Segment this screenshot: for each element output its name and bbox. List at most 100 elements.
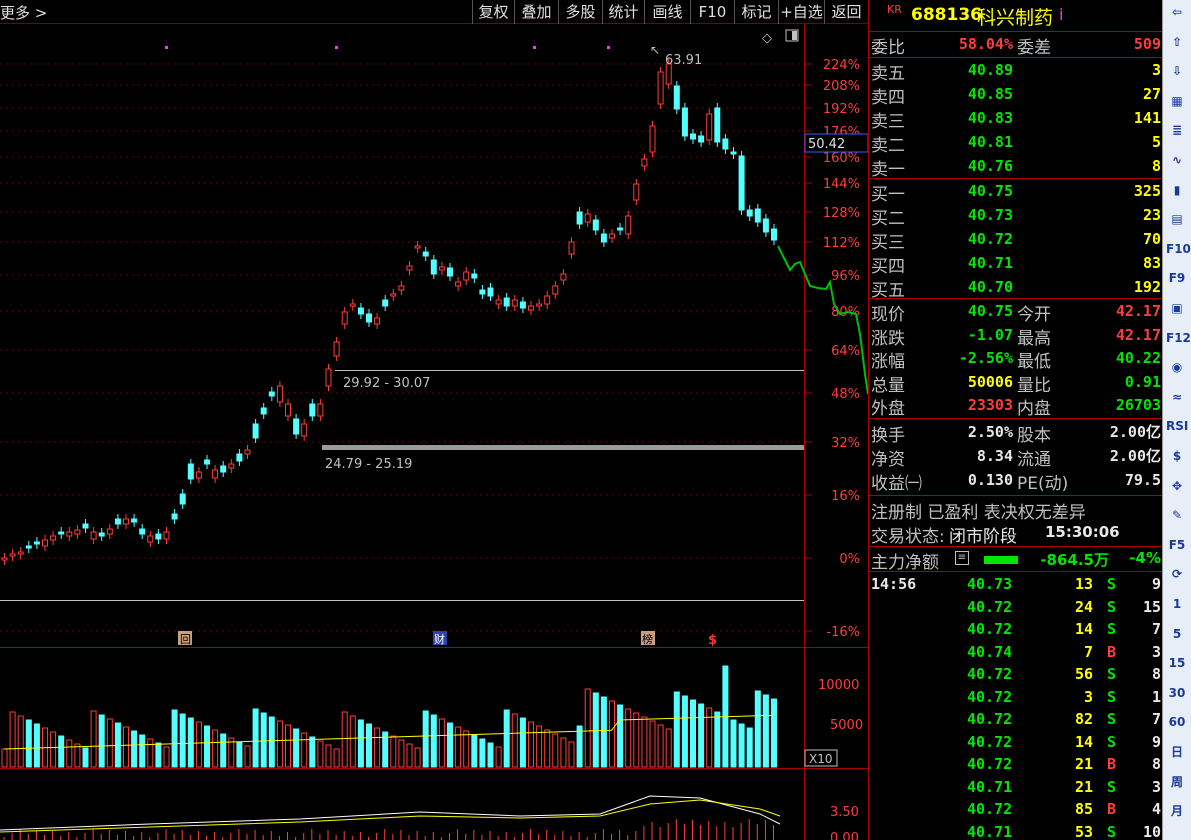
market-tag: KR [887, 3, 902, 16]
candle-body [511, 299, 518, 307]
main-fund-row: 主力净额 ≡ -864.5万 -4% [871, 549, 1161, 573]
side-tool-8[interactable]: F10 [1166, 239, 1191, 259]
volume-bar [1, 748, 8, 768]
add-watchlist-button[interactable]: +自选 [778, 0, 824, 24]
volume-bar [285, 724, 291, 768]
side-tool-26[interactable]: 周 [1166, 772, 1188, 792]
volume-bar [155, 742, 162, 768]
side-tool-10[interactable]: ▣ [1166, 298, 1188, 318]
svg-text:财: 财 [434, 632, 445, 646]
candle-body [114, 518, 121, 525]
candle-body [706, 113, 713, 141]
f10-button[interactable]: F10 [690, 0, 734, 24]
mark-button[interactable]: 标记 [734, 0, 778, 24]
candle-body [552, 285, 559, 295]
volume-bar [584, 688, 591, 768]
volume-bar [131, 730, 138, 768]
candle-body [163, 531, 170, 540]
candle-body [455, 281, 462, 287]
side-tool-15[interactable]: $ [1166, 446, 1188, 466]
side-tool-12[interactable]: ◉ [1166, 357, 1188, 377]
volume-bar [519, 717, 526, 768]
side-tool-22[interactable]: 15 [1166, 653, 1188, 673]
side-tool-18[interactable]: F5 [1166, 535, 1188, 555]
separator [869, 178, 1163, 179]
fundamental-row: 收益㈠ 0.130 PE(动) 79.5 [871, 471, 1161, 494]
more-button[interactable]: 更多 > [0, 2, 47, 23]
stat-row: 涨跌 -1.07 最高 42.17 [871, 325, 1161, 349]
list-icon[interactable]: ≡ [955, 551, 969, 565]
side-tool-23[interactable]: 30 [1166, 683, 1188, 703]
side-tool-24[interactable]: 60 [1166, 712, 1188, 732]
side-tool-4[interactable]: ≣ [1166, 120, 1188, 140]
kline-chart[interactable]: 224%208%192%176%160%144%128%112%96%80%64… [0, 24, 868, 840]
stat-row: 现价 40.75 今开 42.17 [871, 302, 1161, 325]
side-tool-7[interactable]: ▤ [1166, 209, 1188, 229]
event-marker-dragon-list[interactable]: 榜 [641, 631, 655, 646]
side-tool-1[interactable]: ⇧ [1166, 32, 1188, 52]
volume-bar [746, 727, 753, 768]
candle-body [333, 341, 340, 357]
candle-body [187, 463, 194, 480]
tick-row: 40.74 7 B 3 [967, 642, 1161, 661]
volume-bar [511, 713, 518, 768]
side-tool-17[interactable]: ✎ [1166, 505, 1188, 525]
candle-body [106, 528, 113, 535]
draw-line-button[interactable]: 画线 [644, 0, 690, 24]
event-marker-review[interactable]: 回 [178, 631, 192, 646]
statistics-button[interactable]: 统计 [602, 0, 644, 24]
marker-dot [533, 46, 536, 49]
side-tool-19[interactable]: ⟳ [1166, 564, 1188, 584]
side-tool-14[interactable]: RSI [1166, 416, 1188, 436]
candle-body [317, 403, 324, 417]
side-tool-9[interactable]: F9 [1166, 268, 1188, 288]
candle-body [33, 541, 40, 545]
dividend-marker[interactable]: $ [708, 633, 717, 648]
side-tool-0[interactable]: ⇦ [1166, 2, 1188, 22]
volume-bar [74, 743, 81, 768]
tick-row: 40.72 14 S 7 [967, 620, 1161, 638]
side-tool-13[interactable]: ≈ [1166, 387, 1188, 407]
volume-bar [673, 691, 680, 768]
candle-body [503, 297, 510, 307]
volume-bar [690, 699, 696, 768]
side-tool-2[interactable]: ⇩ [1166, 61, 1188, 81]
volume-bar [641, 716, 648, 768]
side-tool-20[interactable]: 1 [1166, 594, 1188, 614]
volume-bar [66, 739, 73, 768]
quote-panel: KR 688136 科兴制药 i 委比 58.04% 委差 509 卖五 40.8… [868, 0, 1163, 840]
candle-body [131, 518, 138, 523]
side-tool-25[interactable]: 日 [1166, 742, 1188, 762]
side-tool-6[interactable]: ▮ [1166, 180, 1188, 200]
volume-bar [544, 729, 551, 768]
candle-body [179, 493, 186, 505]
side-tool-11[interactable]: F12 [1166, 328, 1191, 348]
price-axis-label: 144% [823, 177, 860, 192]
price-axis-label: 160% [823, 151, 860, 166]
candle-body [374, 317, 381, 325]
side-tool-5[interactable]: ∿ [1166, 150, 1188, 170]
candle-body [244, 449, 251, 455]
candle-body [633, 183, 640, 201]
volume-bar [406, 743, 413, 768]
volume-bar [220, 733, 227, 768]
stat-row: 涨幅 -2.56% 最低 40.22 [871, 349, 1161, 372]
multi-stock-button[interactable]: 多股 [558, 0, 602, 24]
separator [869, 31, 1163, 32]
price-axis-label: 48% [831, 387, 860, 402]
diamond-icon[interactable]: ◇ [762, 31, 772, 46]
side-tool-16[interactable]: ✥ [1166, 476, 1188, 496]
info-icon[interactable]: i [1059, 5, 1063, 24]
candle-body [649, 125, 656, 153]
candle-body [528, 305, 534, 311]
volume-bar [438, 718, 445, 768]
back-button[interactable]: 返回 [824, 0, 868, 24]
side-tool-3[interactable]: ▦ [1166, 91, 1188, 111]
volume-bar [268, 716, 275, 768]
volume-bar [455, 726, 462, 768]
event-marker-finance[interactable]: 财 [433, 631, 447, 646]
side-tool-21[interactable]: 5 [1166, 624, 1188, 644]
fuquan-button[interactable]: 复权 [472, 0, 514, 24]
overlay-button[interactable]: 叠加 [514, 0, 558, 24]
side-tool-27[interactable]: 月 [1166, 801, 1188, 821]
